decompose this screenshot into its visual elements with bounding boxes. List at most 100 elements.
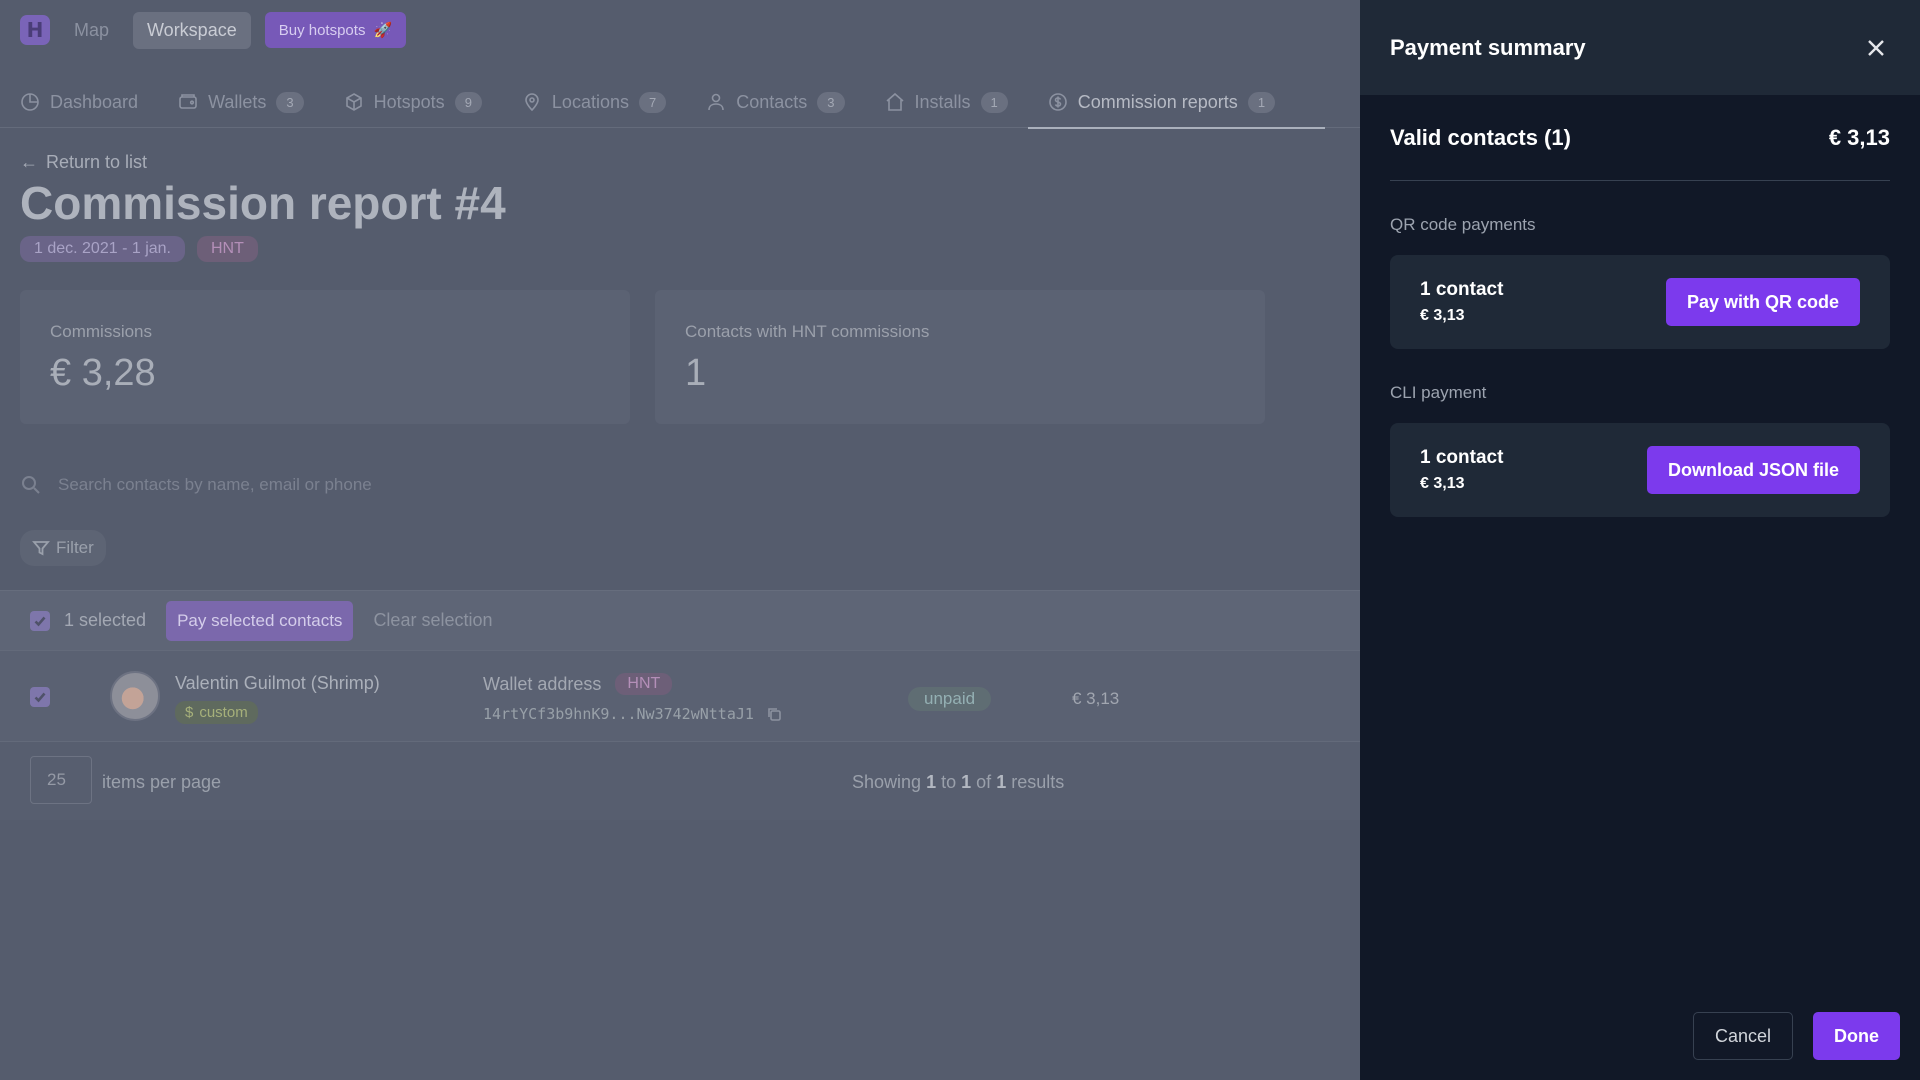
qr-payment-card: 1 contact € 3,13 Pay with QR code [1390,255,1890,349]
done-button[interactable]: Done [1813,1012,1900,1060]
contacts-stat-card: Contacts with HNT commissions 1 [655,290,1265,424]
top-navigation: H Map Workspace Buy hotspots 🚀 [0,0,1360,60]
tab-hotspots[interactable]: Hotspots 9 [344,76,502,128]
funnel-icon [32,541,50,556]
cancel-button[interactable]: Cancel [1692,1012,1793,1060]
section-tabs: Dashboard Wallets 3 Hotspots 9 Locations… [0,76,1360,129]
selected-count: 1 selected [64,610,147,630]
arrow-left-icon: ← [20,152,38,172]
home-icon [885,92,904,111]
wallet-currency-badge: HNT [615,673,673,695]
contact-name[interactable]: Valentin Guilmot (Shrimp) [175,673,380,694]
clear-selection-button[interactable]: Clear selection [373,610,492,631]
cli-contact-count: 1 contact [1420,447,1504,468]
rocket-icon: 🚀 [373,22,393,39]
contacts-stat-label: Contacts with HNT commissions [685,322,930,341]
items-per-page-select[interactable]: 25 [30,756,92,804]
cube-icon [345,93,362,111]
cli-card-info: 1 contact € 3,13 [1420,447,1503,493]
valid-contacts-label: Valid contacts (1) [1390,124,1571,150]
app-logo[interactable]: H [20,15,50,45]
tab-label: Contacts [736,91,808,112]
valid-contacts-row: Valid contacts (1) € 3,13 [1390,95,1890,181]
wallet-address-label: Wallet address [483,673,602,694]
filter-button[interactable]: Filter [20,530,106,566]
qr-card-info: 1 contact € 3,13 [1420,279,1503,325]
dollar-circle-icon: $ [185,704,194,721]
buy-hotspots-label: Buy hotspots [278,21,366,39]
dashboard-icon [21,93,39,111]
qr-contact-count: 1 contact [1420,279,1504,300]
contacts-stat-value: 1 [685,352,707,394]
payment-summary-panel: Payment summary Valid contacts (1) € 3,1… [1360,0,1920,1080]
results-summary: Showing 1 to 1 of 1 results [852,772,1064,793]
tab-label: Hotspots [373,91,445,112]
commissions-label: Commissions [50,322,153,341]
results-word: results [1011,772,1065,792]
results-from: 1 [926,772,937,792]
row-amount: € 3,13 [1072,689,1120,708]
close-button[interactable] [1862,34,1890,62]
tab-contacts[interactable]: Contacts 3 [706,76,864,128]
cli-section-label: CLI payment [1390,383,1487,402]
wallet-address: 14rtYCf3b9hnK9...Nw3742wNttaJ1 [483,705,754,723]
table-row: Valentin Guilmot (Shrimp) $ custom Walle… [0,650,1360,742]
results-total: 1 [996,772,1007,792]
tab-wallets[interactable]: Wallets 3 [178,76,324,128]
tab-label: Wallets [208,91,267,112]
avatar [110,671,160,721]
download-json-file-button[interactable]: Download JSON file [1646,446,1860,494]
buy-hotspots-button[interactable]: Buy hotspots 🚀 [264,12,407,48]
tab-label: Dashboard [50,91,139,112]
results-to: 1 [961,772,972,792]
check-icon [34,692,46,703]
tab-label: Commission reports [1077,91,1238,112]
search-input[interactable]: Search contacts by name, email or phone [58,475,372,495]
page-title: Commission report #4 [20,177,506,229]
return-to-list-link[interactable]: ← Return to list [20,152,147,173]
search-contacts[interactable]: Search contacts by name, email or phone [20,474,372,496]
custom-badge: $ custom [175,701,258,724]
custom-badge-label: custom [199,704,248,721]
date-range-badge: 1 dec. 2021 - 1 jan. [20,236,185,262]
results-of-word: of [976,772,992,792]
selection-toolbar: 1 selected Pay selected contacts Clear s… [0,590,1360,650]
status-badge: unpaid [908,687,992,711]
panel-header: Payment summary [1360,0,1920,95]
qr-section-label: QR code payments [1390,215,1536,234]
user-icon [708,93,725,111]
qr-amount: € 3,13 [1420,307,1465,324]
tab-dashboard[interactable]: Dashboard [20,76,158,128]
tab-count-badge: 3 [276,91,304,113]
panel-footer: Cancel Done [1692,1012,1900,1060]
currency-badge: HNT [196,236,258,262]
tab-installs[interactable]: Installs 1 [885,76,1028,128]
pay-selected-contacts-button[interactable]: Pay selected contacts [166,600,354,641]
tab-label: Locations [551,91,629,112]
wallet-address-group: 14rtYCf3b9hnK9...Nw3742wNttaJ1 [483,705,782,723]
tab-locations[interactable]: Locations 7 [522,76,686,128]
items-per-page-label: items per page [102,772,222,792]
copy-icon[interactable] [766,706,782,722]
wallet-icon [179,94,197,109]
pagination-bar: 25 items per page Showing 1 to 1 of 1 re… [0,742,1360,820]
row-checkbox[interactable] [30,687,50,707]
tab-commission-reports[interactable]: Commission reports 1 [1027,76,1326,129]
results-showing: Showing [852,772,922,792]
tab-count-badge: 9 [454,91,482,113]
panel-title: Payment summary [1390,34,1586,60]
dollar-circle-icon [1048,93,1067,111]
tab-count-badge: 1 [980,91,1008,113]
app-background: H Map Workspace Buy hotspots 🚀 Dashboard… [0,0,1360,1080]
cli-payment-card: 1 contact € 3,13 Download JSON file [1390,423,1890,517]
close-icon [1868,39,1884,56]
filter-label: Filter [56,538,94,557]
return-to-list-label: Return to list [46,152,148,172]
search-icon [22,476,40,494]
map-link[interactable]: Map [64,14,119,47]
report-badges: 1 dec. 2021 - 1 jan. HNT [20,236,258,262]
select-all-checkbox[interactable] [30,610,50,631]
tab-label: Installs [914,91,971,112]
pay-with-qr-code-button[interactable]: Pay with QR code [1665,278,1860,326]
workspace-button[interactable]: Workspace [133,11,251,49]
